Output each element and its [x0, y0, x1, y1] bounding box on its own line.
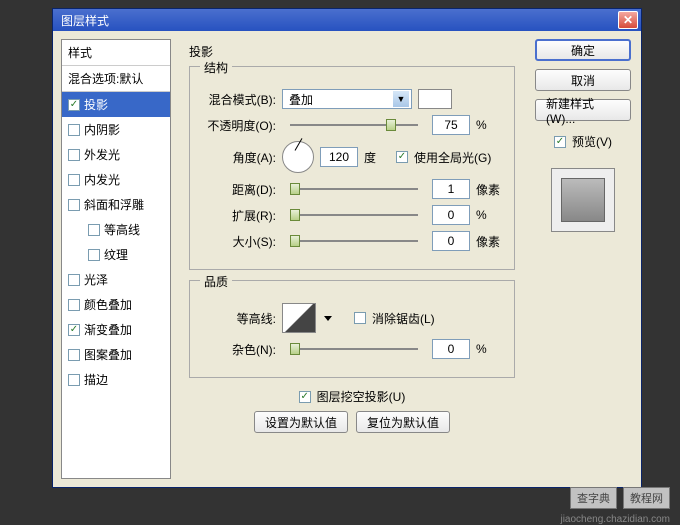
style-item[interactable]: 内发光 — [62, 167, 170, 192]
spread-input[interactable] — [432, 205, 470, 225]
color-swatch[interactable] — [418, 89, 452, 109]
new-style-button[interactable]: 新建样式(W)... — [535, 99, 631, 121]
style-item[interactable]: 图案叠加 — [62, 342, 170, 367]
preview-swatch — [561, 178, 605, 222]
chevron-down-icon: ▼ — [393, 91, 409, 107]
style-item[interactable]: 光泽 — [62, 267, 170, 292]
titlebar[interactable]: 图层样式 ✕ — [53, 9, 641, 31]
style-label: 投影 — [84, 96, 108, 113]
style-item[interactable]: 描边 — [62, 367, 170, 392]
global-light-label: 使用全局光(G) — [414, 149, 491, 166]
style-checkbox[interactable] — [68, 149, 80, 161]
style-item[interactable]: 斜面和浮雕 — [62, 192, 170, 217]
antialias-checkbox[interactable] — [354, 312, 366, 324]
noise-input[interactable] — [432, 339, 470, 359]
dialog-body: 样式 混合选项:默认 投影内阴影外发光内发光斜面和浮雕等高线纹理光泽颜色叠加渐变… — [53, 31, 641, 487]
cancel-button[interactable]: 取消 — [535, 69, 631, 91]
size-label: 大小(S): — [202, 233, 276, 250]
quality-group: 品质 等高线: 消除锯齿(L) 杂色(N): % — [189, 280, 515, 378]
style-item[interactable]: 渐变叠加 — [62, 317, 170, 342]
quality-title: 品质 — [200, 273, 232, 290]
blend-options-item[interactable]: 混合选项:默认 — [62, 66, 170, 92]
dialog-title: 图层样式 — [61, 12, 109, 29]
style-checkbox[interactable] — [68, 299, 80, 311]
style-item[interactable]: 内阴影 — [62, 117, 170, 142]
main-panel: 投影 结构 混合模式(B): 叠加 ▼ 不透明度(O): % — [179, 39, 525, 479]
style-checkbox[interactable] — [68, 274, 80, 286]
contour-label: 等高线: — [202, 310, 276, 327]
style-label: 外发光 — [84, 146, 120, 163]
style-item[interactable]: 纹理 — [62, 242, 170, 267]
close-icon: ✕ — [623, 13, 633, 27]
opacity-slider[interactable] — [290, 118, 418, 132]
styles-list: 样式 混合选项:默认 投影内阴影外发光内发光斜面和浮雕等高线纹理光泽颜色叠加渐变… — [61, 39, 171, 479]
style-item[interactable]: 颜色叠加 — [62, 292, 170, 317]
style-label: 光泽 — [84, 271, 108, 288]
spread-slider[interactable] — [290, 208, 418, 222]
style-item[interactable]: 等高线 — [62, 217, 170, 242]
style-checkbox[interactable] — [88, 249, 100, 261]
global-light-checkbox[interactable] — [396, 151, 408, 163]
structure-group: 结构 混合模式(B): 叠加 ▼ 不透明度(O): % 角度(A) — [189, 66, 515, 270]
angle-dial[interactable] — [282, 141, 314, 173]
styles-header: 样式 — [62, 40, 170, 66]
effect-title: 投影 — [189, 43, 515, 60]
set-default-button[interactable]: 设置为默认值 — [254, 411, 348, 433]
knockout-checkbox[interactable] — [299, 391, 311, 403]
ok-button[interactable]: 确定 — [535, 39, 631, 61]
style-label: 渐变叠加 — [84, 321, 132, 338]
style-item[interactable]: 投影 — [62, 92, 170, 117]
preview-checkbox[interactable] — [554, 136, 566, 148]
preview-label: 预览(V) — [572, 133, 612, 150]
style-label: 描边 — [84, 371, 108, 388]
style-checkbox[interactable] — [68, 374, 80, 386]
distance-label: 距离(D): — [202, 181, 276, 198]
size-slider[interactable] — [290, 234, 418, 248]
style-checkbox[interactable] — [68, 199, 80, 211]
style-label: 颜色叠加 — [84, 296, 132, 313]
opacity-input[interactable] — [432, 115, 470, 135]
antialias-label: 消除锯齿(L) — [372, 310, 435, 327]
watermark: 查字典 教程网 — [570, 487, 670, 509]
structure-title: 结构 — [200, 59, 232, 76]
style-checkbox[interactable] — [68, 324, 80, 336]
spread-label: 扩展(R): — [202, 207, 276, 224]
style-label: 纹理 — [104, 246, 128, 263]
style-item[interactable]: 外发光 — [62, 142, 170, 167]
noise-label: 杂色(N): — [202, 341, 276, 358]
chevron-down-icon[interactable] — [324, 316, 332, 321]
distance-input[interactable] — [432, 179, 470, 199]
blend-mode-label: 混合模式(B): — [202, 91, 276, 108]
style-label: 内阴影 — [84, 121, 120, 138]
preview-box — [551, 168, 615, 232]
noise-slider[interactable] — [290, 342, 418, 356]
style-label: 图案叠加 — [84, 346, 132, 363]
style-checkbox[interactable] — [68, 99, 80, 111]
blend-mode-select[interactable]: 叠加 ▼ — [282, 89, 412, 109]
style-label: 斜面和浮雕 — [84, 196, 144, 213]
size-input[interactable] — [432, 231, 470, 251]
angle-label: 角度(A): — [202, 149, 276, 166]
style-label: 内发光 — [84, 171, 120, 188]
watermark-url: jiaocheng.chazidian.com — [560, 514, 670, 525]
style-checkbox[interactable] — [68, 349, 80, 361]
knockout-label: 图层挖空投影(U) — [317, 388, 406, 405]
distance-slider[interactable] — [290, 182, 418, 196]
angle-input[interactable] — [320, 147, 358, 167]
style-checkbox[interactable] — [88, 224, 100, 236]
style-checkbox[interactable] — [68, 174, 80, 186]
right-column: 确定 取消 新建样式(W)... 预览(V) — [533, 39, 633, 479]
reset-default-button[interactable]: 复位为默认值 — [356, 411, 450, 433]
style-checkbox[interactable] — [68, 124, 80, 136]
contour-picker[interactable] — [282, 303, 316, 333]
style-label: 等高线 — [104, 221, 140, 238]
close-button[interactable]: ✕ — [618, 11, 638, 29]
layer-style-dialog: 图层样式 ✕ 样式 混合选项:默认 投影内阴影外发光内发光斜面和浮雕等高线纹理光… — [52, 8, 642, 488]
opacity-label: 不透明度(O): — [202, 117, 276, 134]
